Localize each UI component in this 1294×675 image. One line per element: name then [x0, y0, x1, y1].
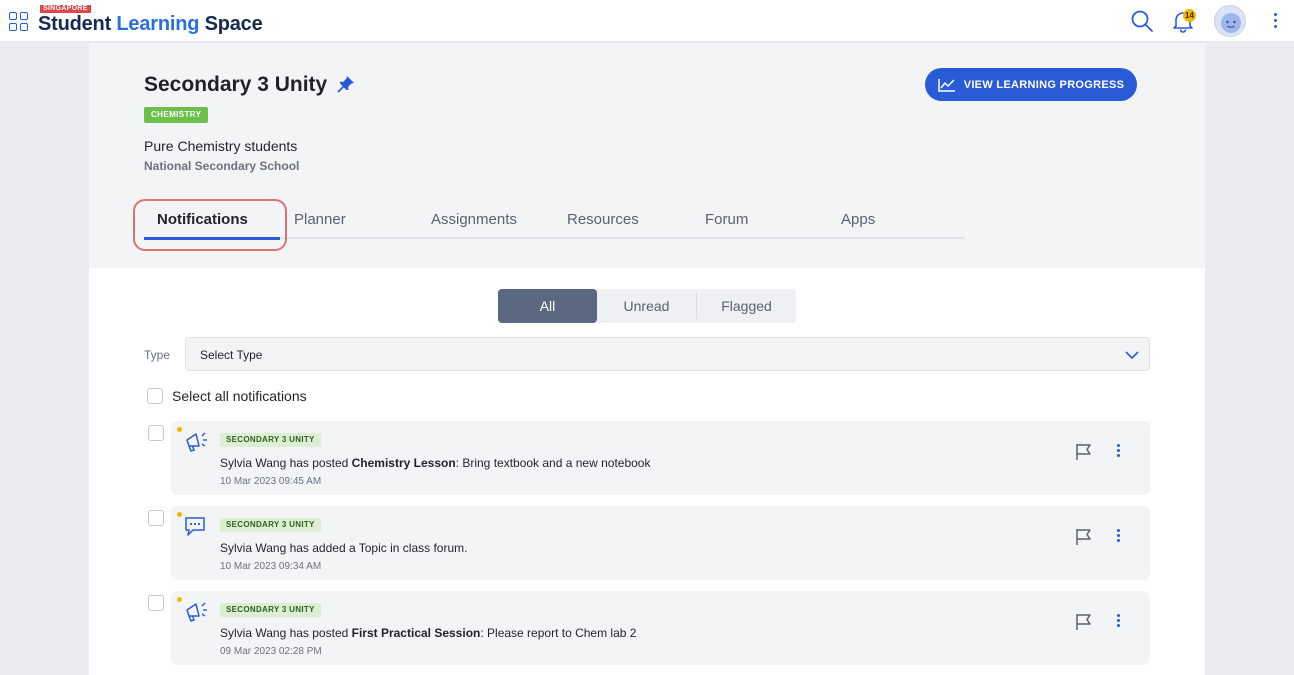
notification-item[interactable]: SECONDARY 3 UNITY Sylvia Wang has posted…: [171, 591, 1150, 665]
tab-assignments[interactable]: Assignments: [431, 211, 517, 228]
flag-icon[interactable]: [1074, 443, 1094, 461]
flag-icon[interactable]: [1074, 613, 1094, 631]
checkbox[interactable]: [147, 388, 163, 404]
notification-time: 10 Mar 2023 09:45 AM: [220, 476, 322, 487]
type-select-value: Select Type: [200, 348, 263, 362]
tab-resources[interactable]: Resources: [567, 211, 639, 228]
class-chip: SECONDARY 3 UNITY: [220, 433, 321, 447]
notification-message: Sylvia Wang has posted Chemistry Lesson:…: [220, 456, 651, 470]
type-label: Type: [144, 348, 171, 362]
filter-all[interactable]: All: [498, 289, 597, 323]
page-title: Secondary 3 Unity: [144, 73, 328, 96]
class-chip: SECONDARY 3 UNITY: [220, 603, 321, 617]
class-description: Pure Chemistry students: [144, 138, 298, 154]
notification-checkbox[interactable]: [148, 595, 164, 611]
notification-count-badge: 14: [1183, 9, 1196, 22]
tab-apps[interactable]: Apps: [841, 211, 875, 228]
notification-item[interactable]: SECONDARY 3 UNITY Sylvia Wang has added …: [171, 506, 1150, 580]
main-content: Secondary 3 Unity CHEMISTRY Pure Chemist…: [89, 43, 1205, 675]
notification-message: Sylvia Wang has posted First Practical S…: [220, 626, 637, 640]
unread-dot: [177, 427, 182, 432]
megaphone-icon: [186, 602, 207, 622]
flag-icon[interactable]: [1074, 528, 1094, 546]
notification-time: 09 Mar 2023 02:28 PM: [220, 646, 322, 657]
class-tabs: Notifications Planner Assignments Resour…: [144, 206, 965, 240]
more-options-icon[interactable]: [1111, 527, 1125, 547]
notification-checkbox[interactable]: [148, 510, 164, 526]
type-select[interactable]: Select Type: [185, 337, 1150, 371]
select-all-checkbox[interactable]: Select all notifications: [147, 388, 307, 404]
chart-line-icon: [937, 78, 955, 92]
megaphone-icon: [186, 432, 207, 452]
view-learning-progress-button[interactable]: VIEW LEARNING PROGRESS: [925, 68, 1137, 101]
notification-message: Sylvia Wang has added a Topic in class f…: [220, 541, 468, 555]
top-bar: SINGAPORE Student Learning Space 14: [0, 0, 1294, 42]
select-all-label: Select all notifications: [172, 388, 307, 404]
tab-forum[interactable]: Forum: [705, 211, 748, 228]
school-name: National Secondary School: [144, 159, 300, 173]
chevron-down-icon: [1125, 351, 1139, 360]
notification-filter: All Unread Flagged: [498, 289, 796, 323]
active-tab-indicator: [144, 237, 280, 240]
tab-planner[interactable]: Planner: [294, 211, 346, 228]
tab-notifications[interactable]: Notifications: [157, 211, 248, 228]
unread-dot: [177, 597, 182, 602]
search-icon[interactable]: [1130, 9, 1154, 33]
class-header: Secondary 3 Unity CHEMISTRY Pure Chemist…: [89, 43, 1205, 268]
subject-tag: CHEMISTRY: [144, 107, 209, 123]
notification-time: 10 Mar 2023 09:34 AM: [220, 561, 322, 572]
pin-icon[interactable]: [337, 75, 355, 93]
apps-grid-icon[interactable]: [9, 12, 28, 31]
more-options-icon[interactable]: [1111, 612, 1125, 632]
notification-item[interactable]: SECONDARY 3 UNITY Sylvia Wang has posted…: [171, 421, 1150, 495]
logo-badge: SINGAPORE: [40, 5, 91, 13]
notification-checkbox[interactable]: [148, 425, 164, 441]
filter-flagged[interactable]: Flagged: [697, 289, 796, 323]
view-learning-progress-label: VIEW LEARNING PROGRESS: [963, 78, 1125, 91]
avatar[interactable]: [1214, 5, 1246, 37]
unread-dot: [177, 512, 182, 517]
chat-icon: [185, 517, 205, 536]
more-options-icon[interactable]: [1111, 442, 1125, 462]
more-options-icon[interactable]: [1266, 10, 1284, 32]
class-chip: SECONDARY 3 UNITY: [220, 518, 321, 532]
filter-unread[interactable]: Unread: [597, 289, 696, 323]
logo-text: Student Learning Space: [38, 13, 263, 35]
